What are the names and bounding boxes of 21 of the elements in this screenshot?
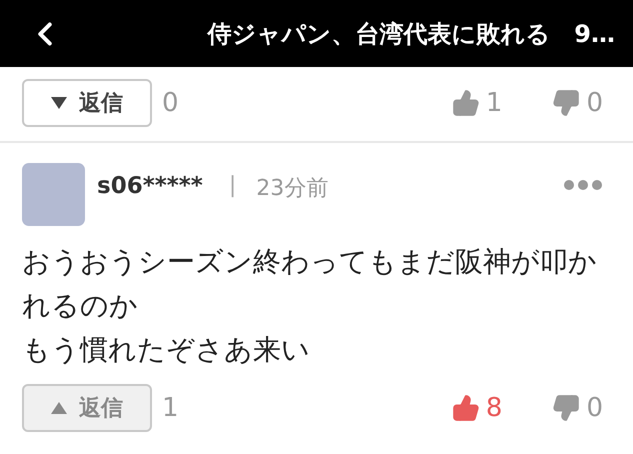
username: s06***** — [97, 173, 203, 199]
thumbs-down-icon[interactable] — [552, 394, 580, 422]
thumbs-up-icon[interactable] — [452, 394, 480, 422]
post-time: 23分前 — [256, 175, 330, 203]
dislike-count: 0 — [586, 393, 603, 423]
comment-text: おうおうシーズン終わってもまだ阪神が叩かれるのか — [22, 244, 598, 324]
reply-button[interactable]: 返信 — [22, 79, 152, 127]
avatar — [22, 163, 85, 226]
separator: | — [228, 173, 236, 198]
thumbs-up-icon[interactable] — [452, 89, 480, 117]
like-count: 1 — [486, 88, 502, 118]
comment-text: もう慣れたぞさあ来い — [22, 332, 311, 368]
up-triangle-icon — [51, 402, 67, 414]
like-count: 8 — [486, 393, 502, 423]
thumbs-down-icon[interactable] — [552, 89, 580, 117]
dislike-count: 0 — [586, 88, 603, 118]
reply-count: 1 — [162, 393, 180, 423]
down-triangle-icon — [51, 97, 67, 109]
article-title: 侍ジャパン、台湾代表に敗れる 9… — [206, 18, 615, 50]
more-icon[interactable] — [563, 179, 603, 191]
reply-count: 0 — [162, 88, 180, 118]
